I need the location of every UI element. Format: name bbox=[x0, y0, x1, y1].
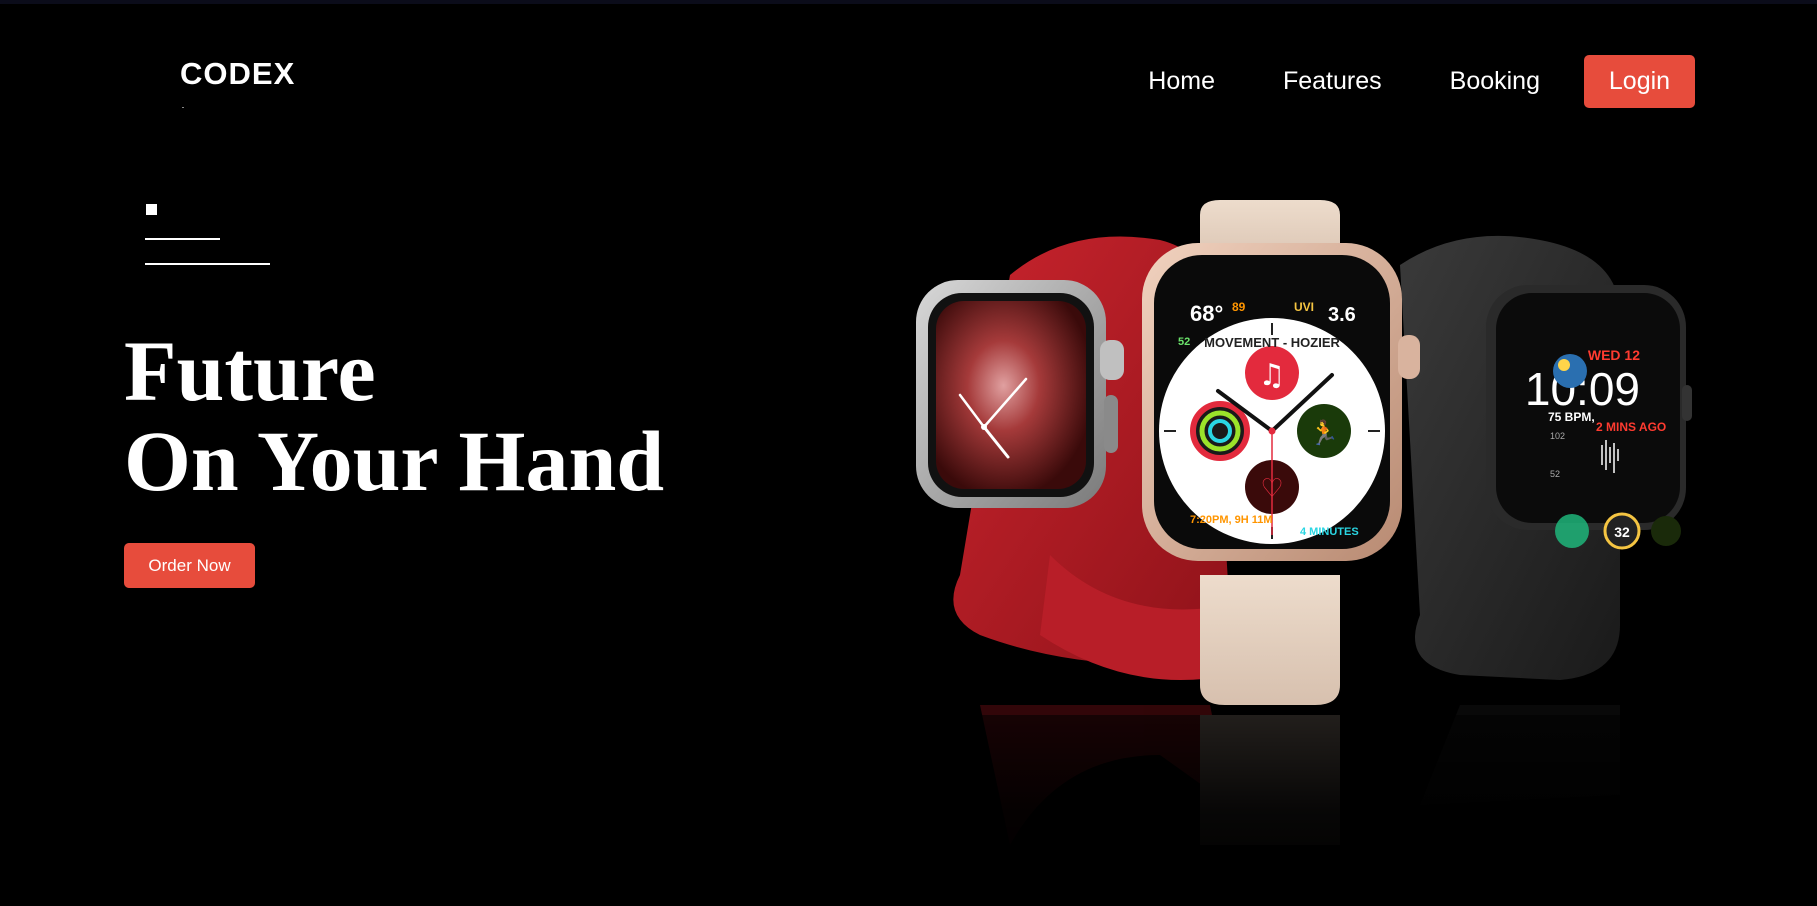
hr-low: 52 bbox=[1550, 469, 1560, 479]
order-now-button[interactable]: Order Now bbox=[124, 543, 255, 588]
brand-logo[interactable]: CODEX bbox=[180, 58, 295, 89]
decorative-line-short bbox=[145, 238, 220, 240]
sunset-time: 7:20PM, 9H 11M bbox=[1190, 514, 1273, 526]
nav-features[interactable]: Features bbox=[1283, 67, 1382, 96]
temperature: 68° bbox=[1190, 301, 1223, 326]
login-button[interactable]: Login bbox=[1584, 54, 1695, 108]
hr-high: 102 bbox=[1550, 431, 1565, 441]
watches-illustration: WED 12 10:09 75 BPM, 2 MINS AGO 102 52 3… bbox=[900, 200, 1720, 906]
heart-rate-ago: 2 MINS AGO bbox=[1596, 420, 1666, 434]
hero-headline: Future On Your Hand bbox=[124, 326, 664, 506]
watch-date: WED 12 bbox=[1588, 347, 1640, 363]
temp-low: 52 bbox=[1178, 336, 1190, 348]
decorative-square bbox=[146, 204, 157, 215]
headline-line-2: On Your Hand bbox=[124, 413, 665, 509]
decorative-line-long bbox=[145, 263, 270, 265]
song-title: MOVEMENT - HOZIER bbox=[1204, 335, 1340, 350]
nav-home[interactable]: Home bbox=[1148, 67, 1215, 96]
uvi-value: 3.6 bbox=[1328, 304, 1356, 326]
heart-rate: 75 BPM, bbox=[1548, 410, 1595, 424]
logo-mark bbox=[182, 107, 184, 108]
top-strip bbox=[0, 0, 1817, 4]
headline-line-1: Future bbox=[124, 323, 376, 419]
workout-icon: 🏃 bbox=[1309, 419, 1339, 447]
music-icon: ♫ bbox=[1259, 358, 1286, 393]
uvi-label: UVI bbox=[1294, 300, 1314, 314]
nav-booking[interactable]: Booking bbox=[1450, 67, 1540, 96]
reflection-fade bbox=[900, 715, 1720, 906]
main-nav: Home Features Booking Login bbox=[1148, 54, 1695, 108]
minutes-label: 4 MINUTES bbox=[1300, 526, 1359, 538]
temp-high: 89 bbox=[1232, 300, 1246, 314]
black-watch: WED 12 10:09 75 BPM, 2 MINS AGO 102 52 3… bbox=[1400, 235, 1692, 680]
aqi-value: 32 bbox=[1614, 524, 1630, 540]
